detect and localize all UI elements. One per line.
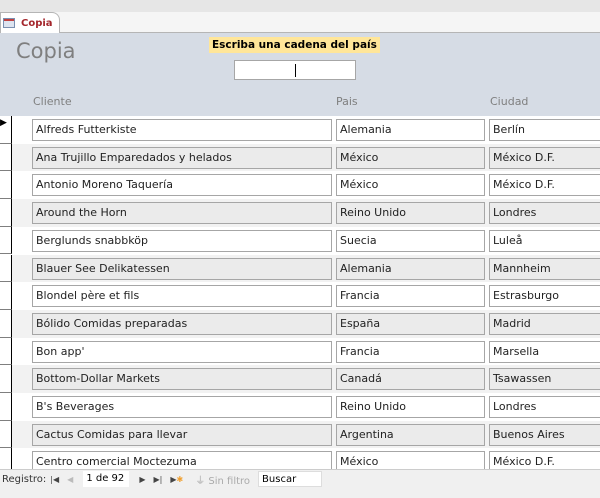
search-records-input[interactable]: Buscar bbox=[258, 471, 323, 487]
cliente-field[interactable]: Bólido Comidas preparadas bbox=[32, 312, 332, 335]
form-detail: ▶ Alfreds Futterkiste Alemania Berlín Ana Tr… bbox=[0, 116, 600, 469]
ciudad-field[interactable]: México D.F. bbox=[489, 174, 600, 197]
record-selector[interactable] bbox=[0, 171, 12, 200]
cliente-field[interactable]: Bon app' bbox=[32, 340, 332, 363]
new-record-icon[interactable]: ▶✱ bbox=[170, 475, 183, 484]
cliente-field[interactable]: B's Beverages bbox=[32, 396, 332, 418]
previous-record-icon[interactable]: ◀ bbox=[67, 475, 73, 484]
document-tab-bar: Copia bbox=[0, 12, 600, 33]
record-selector[interactable] bbox=[0, 199, 12, 227]
table-row: Blondel père et fils Francia Estrasburgo bbox=[0, 282, 600, 310]
table-row: Centro comercial Moctezuma México México D… bbox=[0, 448, 600, 469]
table-row: Ana Trujillo Emparedados y helados México… bbox=[0, 143, 600, 172]
form-title: Copia bbox=[16, 39, 76, 63]
table-row: Around the Horn Reino Unido Londres bbox=[0, 199, 600, 227]
record-selector[interactable] bbox=[0, 420, 12, 449]
table-row: B's Beverages Reino Unido Londres bbox=[0, 393, 600, 421]
tab-copia[interactable]: Copia bbox=[0, 12, 60, 33]
text-caret bbox=[295, 64, 296, 77]
record-selector[interactable] bbox=[0, 448, 12, 469]
tab-label: Copia bbox=[21, 17, 53, 29]
ciudad-field[interactable]: Mannheim bbox=[489, 257, 600, 280]
cliente-field[interactable]: Around the Horn bbox=[32, 202, 332, 225]
record-selector[interactable] bbox=[0, 282, 12, 310]
table-row: Antonio Moreno Taquería México México D.F. bbox=[0, 171, 600, 200]
ciudad-field[interactable]: Luleå bbox=[489, 229, 600, 252]
column-header-ciudad: Ciudad bbox=[490, 95, 529, 108]
ciudad-field[interactable]: Buenos Aires bbox=[489, 423, 600, 446]
pais-field[interactable]: Francia bbox=[336, 285, 485, 308]
record-selector[interactable] bbox=[0, 226, 12, 255]
first-record-icon[interactable]: |◀ bbox=[50, 475, 59, 484]
ciudad-field[interactable]: Londres bbox=[489, 202, 600, 225]
ciudad-field[interactable]: Marsella bbox=[489, 340, 600, 363]
record-selector[interactable] bbox=[0, 393, 12, 421]
ciudad-field[interactable]: Tsawassen bbox=[489, 368, 600, 391]
pais-field[interactable]: Reino Unido bbox=[336, 202, 485, 225]
pais-field[interactable]: Suecia bbox=[336, 229, 485, 252]
pais-field[interactable]: Francia bbox=[336, 340, 485, 363]
cliente-field[interactable]: Blauer See Delikatessen bbox=[32, 257, 332, 280]
cliente-field[interactable]: Berglunds snabbköp bbox=[32, 229, 332, 252]
table-row: Blauer See Delikatessen Alemania Mannheim bbox=[0, 254, 600, 283]
country-search-input[interactable] bbox=[234, 60, 356, 80]
record-selector[interactable] bbox=[0, 143, 12, 172]
cliente-field[interactable]: Ana Trujillo Emparedados y helados bbox=[32, 146, 332, 169]
column-header-cliente: Cliente bbox=[33, 95, 72, 108]
last-record-icon[interactable]: ▶| bbox=[153, 475, 162, 484]
table-row: Bon app' Francia Marsella bbox=[0, 337, 600, 366]
ciudad-field[interactable]: Estrasburgo bbox=[489, 285, 600, 308]
record-selector[interactable] bbox=[0, 337, 12, 366]
record-selector[interactable] bbox=[0, 309, 12, 338]
form-header: Copia Escriba una cadena del país Client… bbox=[0, 33, 600, 116]
filter-button[interactable]: ⏚ Sin filtro bbox=[195, 472, 250, 487]
ciudad-field[interactable]: México D.F. bbox=[489, 451, 600, 469]
filter-icon: ⏚ bbox=[195, 475, 206, 487]
pais-field[interactable]: México bbox=[336, 451, 485, 469]
pais-field[interactable]: Alemania bbox=[336, 119, 485, 141]
pais-field[interactable]: Canadá bbox=[336, 368, 485, 391]
search-prompt-label: Escriba una cadena del país bbox=[209, 37, 380, 53]
column-header-pais: Pais bbox=[336, 95, 358, 108]
pais-field[interactable]: Alemania bbox=[336, 257, 485, 280]
pais-field[interactable]: Argentina bbox=[336, 423, 485, 446]
record-selector[interactable] bbox=[0, 365, 12, 393]
current-record-selector[interactable]: ▶ bbox=[0, 116, 12, 144]
pais-field[interactable]: Reino Unido bbox=[336, 396, 485, 418]
pais-field[interactable]: España bbox=[336, 312, 485, 335]
pais-field[interactable]: México bbox=[336, 146, 485, 169]
status-area bbox=[0, 488, 600, 498]
table-row: Bottom-Dollar Markets Canadá Tsawassen bbox=[0, 365, 600, 393]
next-record-icon[interactable]: ▶ bbox=[139, 475, 145, 484]
table-row: Cactus Comidas para llevar Argentina Bueno… bbox=[0, 420, 600, 449]
cliente-field[interactable]: Cactus Comidas para llevar bbox=[32, 423, 332, 446]
record-label: Registro: bbox=[2, 473, 47, 485]
pais-field[interactable]: México bbox=[336, 174, 485, 197]
ciudad-field[interactable]: Madrid bbox=[489, 312, 600, 335]
record-selector[interactable] bbox=[0, 254, 12, 283]
form-icon bbox=[3, 18, 15, 28]
cliente-field[interactable]: Alfreds Futterkiste bbox=[32, 119, 332, 141]
table-row: Bólido Comidas preparadas España Madrid bbox=[0, 309, 600, 338]
cliente-field[interactable]: Centro comercial Moctezuma bbox=[32, 451, 332, 469]
ciudad-field[interactable]: México D.F. bbox=[489, 146, 600, 169]
table-row: ▶ Alfreds Futterkiste Alemania Berlín bbox=[0, 116, 600, 144]
cliente-field[interactable]: Antonio Moreno Taquería bbox=[32, 174, 332, 197]
ciudad-field[interactable]: Londres bbox=[489, 396, 600, 418]
top-strip bbox=[0, 0, 600, 12]
cliente-field[interactable]: Bottom-Dollar Markets bbox=[32, 368, 332, 391]
filter-label: Sin filtro bbox=[208, 475, 251, 487]
cliente-field[interactable]: Blondel père et fils bbox=[32, 285, 332, 308]
current-record-input[interactable]: 1 de 92 bbox=[83, 471, 130, 487]
ciudad-field[interactable]: Berlín bbox=[489, 119, 600, 141]
table-row: Berglunds snabbköp Suecia Luleå bbox=[0, 226, 600, 255]
record-navigation-bar: Registro: |◀ ◀ 1 de 92 ▶ ▶| ▶✱ ⏚ Sin fil… bbox=[0, 469, 600, 488]
